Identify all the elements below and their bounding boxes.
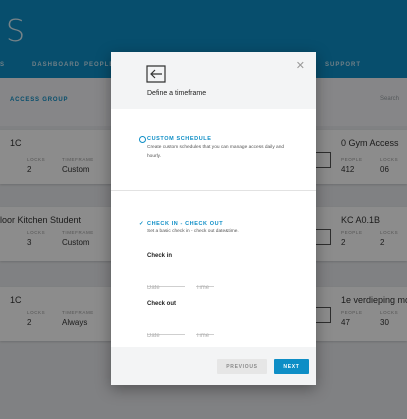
- check-in-label: Check in: [147, 253, 173, 259]
- check-in-date-input[interactable]: [147, 285, 185, 291]
- check-out-time-input[interactable]: [196, 333, 214, 339]
- check-in-date-field[interactable]: [147, 276, 185, 291]
- dialog-footer: PREVIOUS NEXT: [111, 347, 316, 385]
- check-out-date-input[interactable]: [147, 333, 185, 339]
- timeframe-dialog: ✕ Define a timeframe CUSTOM SCHEDULE Cre…: [111, 52, 316, 385]
- previous-button[interactable]: PREVIOUS: [217, 359, 267, 374]
- section-divider: [111, 190, 316, 191]
- check-out-date-field[interactable]: [147, 324, 185, 339]
- custom-schedule-title[interactable]: CUSTOM SCHEDULE: [147, 136, 212, 142]
- custom-schedule-radio[interactable]: [139, 136, 146, 143]
- check-mark-icon: ✓: [139, 221, 145, 227]
- check-in-out-desc: Set a basic check in - check out date&ti…: [147, 229, 239, 234]
- check-out-time-field[interactable]: [196, 324, 214, 339]
- dialog-title: Define a timeframe: [147, 90, 207, 97]
- close-icon[interactable]: ✕: [296, 61, 305, 72]
- check-in-time-field[interactable]: [196, 276, 214, 291]
- check-in-time-input[interactable]: [196, 285, 214, 291]
- custom-schedule-desc: Create custom schedules that you can man…: [147, 145, 285, 159]
- door-exit-icon: [146, 65, 166, 83]
- next-button[interactable]: NEXT: [274, 359, 309, 374]
- dialog-header: ✕ Define a timeframe: [111, 52, 316, 109]
- check-out-label: Check out: [147, 301, 177, 307]
